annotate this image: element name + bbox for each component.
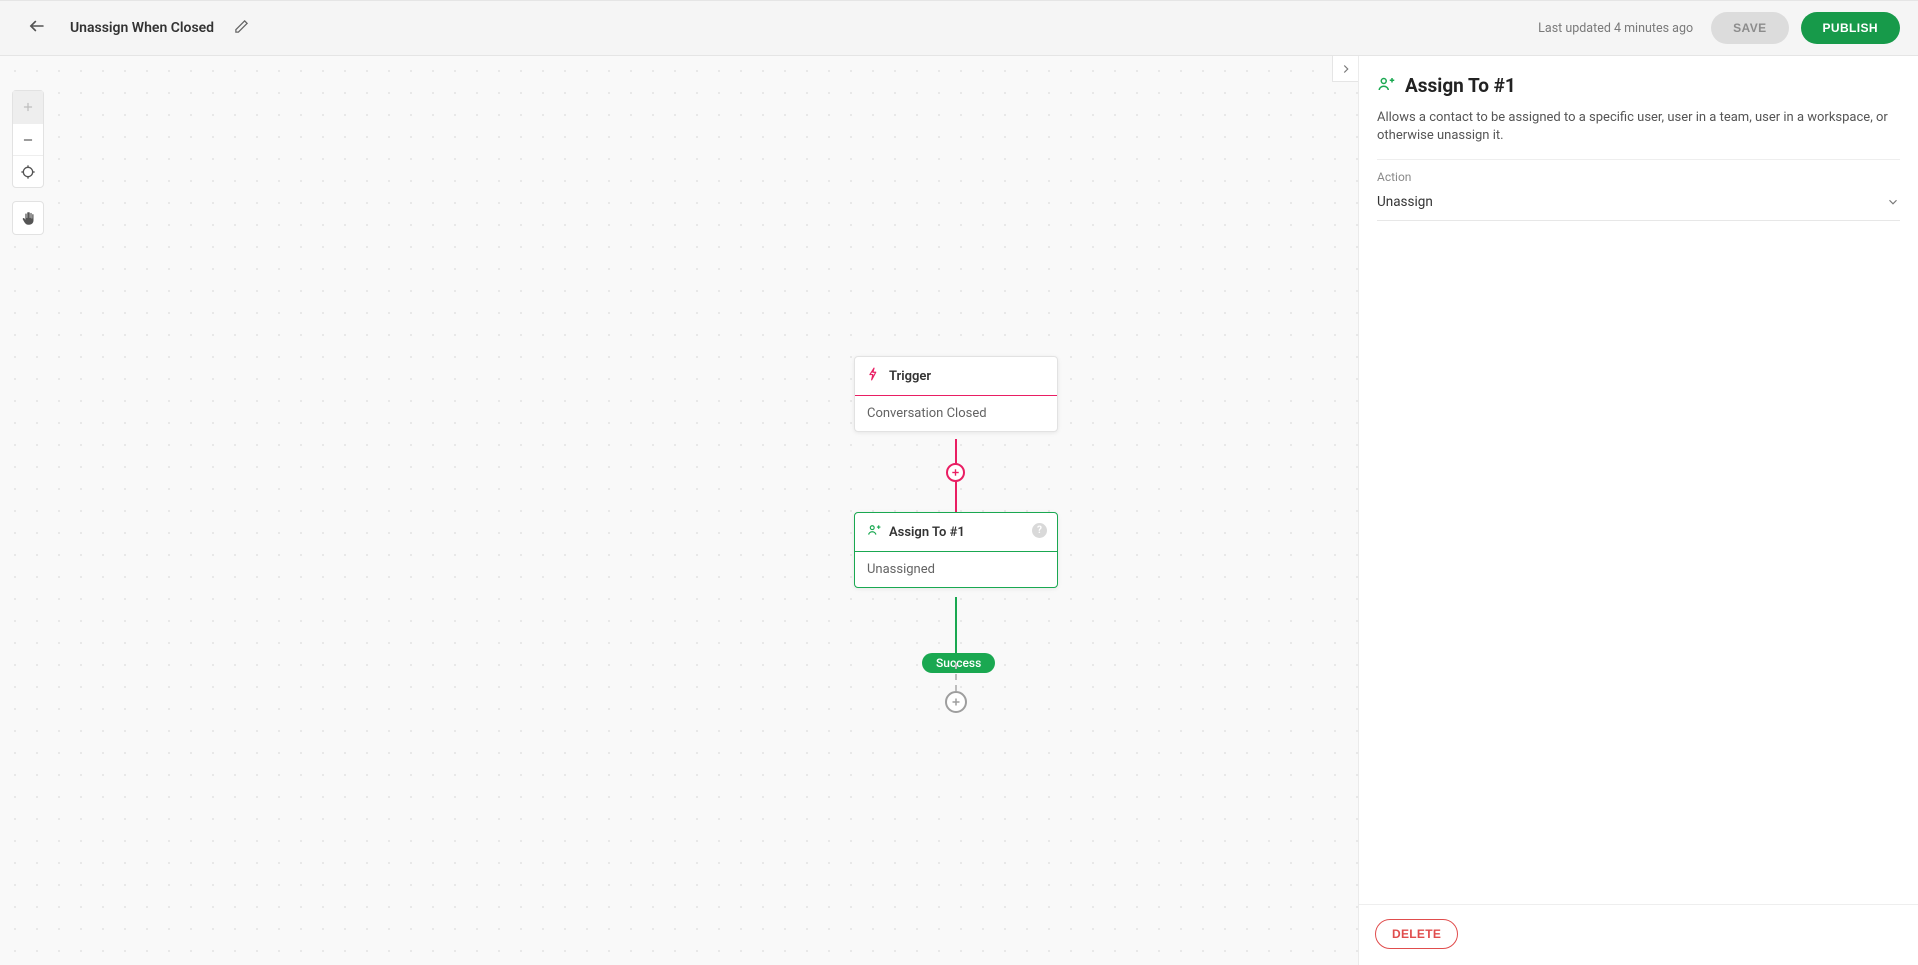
hand-icon <box>21 211 36 226</box>
add-step-button-1[interactable] <box>946 463 965 482</box>
header-bar: Unassign When Closed Last updated 4 minu… <box>0 0 1918 56</box>
pencil-icon <box>234 19 249 34</box>
zoom-out-button[interactable] <box>13 123 43 155</box>
edit-title-button[interactable] <box>234 19 249 38</box>
plus-icon <box>950 696 962 708</box>
field-action: Action Unassign <box>1377 160 1900 221</box>
recenter-button[interactable] <box>13 155 43 187</box>
header-right: Last updated 4 minutes ago SAVE PUBLISH <box>1538 12 1900 44</box>
node-help-badge[interactable]: ? <box>1032 523 1047 538</box>
pan-rail <box>12 201 44 235</box>
crosshair-icon <box>20 164 36 180</box>
field-action-label: Action <box>1377 170 1900 184</box>
panel-title: Assign To #1 <box>1405 74 1516 97</box>
person-assign-icon <box>1377 75 1395 97</box>
properties-panel: Assign To #1 Allows a contact to be assi… <box>1358 56 1918 965</box>
save-button: SAVE <box>1711 12 1788 44</box>
node-assign-header: Assign To #1 ? <box>855 513 1057 552</box>
node-trigger-detail: Conversation Closed <box>855 396 1057 431</box>
branch-label-success: Success <box>922 653 995 673</box>
node-trigger-title: Trigger <box>889 369 931 384</box>
delete-button[interactable]: DELETE <box>1375 919 1458 949</box>
plus-icon <box>21 100 35 114</box>
action-select[interactable]: Unassign <box>1377 190 1900 221</box>
workflow-title: Unassign When Closed <box>70 20 214 36</box>
node-trigger-header: Trigger <box>855 357 1057 396</box>
back-button[interactable] <box>18 11 52 45</box>
minus-icon <box>21 133 35 147</box>
add-step-button-end[interactable] <box>945 691 967 713</box>
node-assign-to[interactable]: Assign To #1 ? Unassigned <box>854 512 1058 588</box>
action-select-value: Unassign <box>1377 194 1433 210</box>
last-updated-text: Last updated 4 minutes ago <box>1538 21 1693 36</box>
node-assign-detail: Unassigned <box>855 552 1057 587</box>
panel-title-row: Assign To #1 <box>1377 74 1900 97</box>
chevron-right-icon <box>1339 62 1353 76</box>
connector-dashed-tail <box>955 663 957 691</box>
pan-button[interactable] <box>13 202 43 234</box>
plus-icon <box>950 467 961 478</box>
flow-canvas[interactable]: Trigger Conversation Closed Assign To #1… <box>0 56 1358 965</box>
panel-footer: DELETE <box>1359 904 1918 965</box>
node-trigger[interactable]: Trigger Conversation Closed <box>854 356 1058 432</box>
zoom-in-button <box>13 91 43 123</box>
panel-description: Allows a contact to be assigned to a spe… <box>1377 109 1900 160</box>
chevron-down-icon <box>1886 195 1900 209</box>
publish-button[interactable]: PUBLISH <box>1801 12 1900 44</box>
panel-collapse-button[interactable] <box>1332 56 1358 82</box>
person-assign-icon <box>867 523 881 541</box>
lightning-icon <box>867 367 881 385</box>
node-assign-title: Assign To #1 <box>889 525 965 540</box>
zoom-rail <box>12 90 44 188</box>
